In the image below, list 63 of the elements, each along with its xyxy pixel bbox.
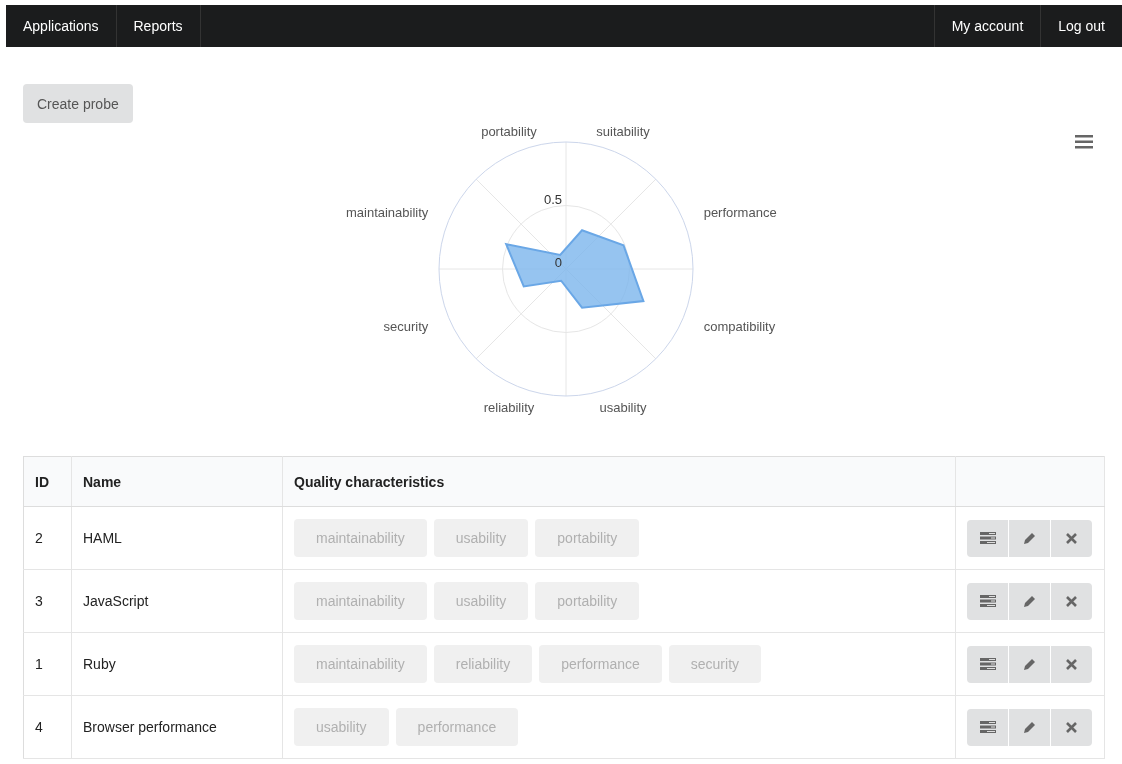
quality-tag: usability	[294, 708, 389, 746]
axis-label: suitability	[596, 124, 650, 140]
axis-label: performance	[703, 205, 777, 220]
delete-button[interactable]	[1051, 582, 1092, 620]
quality-tag: usability	[433, 582, 529, 620]
pencil-icon	[1023, 657, 1036, 671]
delete-button[interactable]	[1051, 519, 1092, 557]
pencil-icon	[1023, 531, 1036, 545]
axis-label: maintainability	[345, 205, 429, 220]
list-icon	[979, 721, 996, 733]
quality-tag: usability	[433, 519, 529, 557]
quality-tag: reliability	[433, 645, 533, 683]
axis-label: portability	[481, 124, 537, 140]
quality-tag: maintainability	[294, 645, 427, 683]
quality-tag: maintainability	[294, 519, 427, 557]
quality-tag: portability	[535, 582, 640, 620]
list-icon	[979, 595, 996, 607]
ring-label: 0.5	[543, 191, 562, 207]
column-header: Name	[71, 456, 283, 507]
quality-tag: portability	[535, 519, 640, 557]
close-icon	[1066, 721, 1077, 733]
quality-tag: security	[668, 645, 761, 683]
axis-label: reliability	[483, 399, 535, 415]
edit-button[interactable]	[1009, 708, 1050, 746]
edit-button[interactable]	[1009, 582, 1050, 620]
nav-link[interactable]: My account	[933, 5, 1041, 47]
quality-tag: performance	[395, 708, 519, 746]
id-cell: 1	[23, 632, 72, 696]
name-cell: HAML	[71, 506, 283, 570]
axis-label: usability	[599, 399, 647, 415]
edit-button[interactable]	[1009, 645, 1050, 683]
quality-tag: performance	[539, 645, 662, 683]
list-icon	[979, 532, 996, 544]
id-cell: 4	[23, 695, 72, 759]
list-icon	[979, 658, 996, 670]
close-icon	[1066, 595, 1077, 607]
pencil-icon	[1023, 720, 1036, 734]
id-cell: 2	[23, 506, 72, 570]
close-icon	[1066, 532, 1077, 544]
close-icon	[1066, 658, 1077, 670]
details-button[interactable]	[967, 645, 1008, 683]
axis-label: compatibility	[703, 319, 776, 334]
axis-label: security	[383, 319, 429, 334]
nav-link[interactable]: Reports	[116, 5, 201, 47]
name-cell: JavaScript	[71, 569, 283, 633]
details-button[interactable]	[967, 582, 1008, 620]
pencil-icon	[1023, 594, 1036, 608]
create-probe-button[interactable]: Create probe	[23, 84, 133, 123]
ring-label: 0	[554, 255, 562, 270]
column-header: ID	[23, 456, 72, 507]
nav-link[interactable]: Applications	[6, 5, 117, 47]
edit-button[interactable]	[1009, 519, 1050, 557]
column-header: Quality characteristics	[282, 456, 956, 507]
menu-icon[interactable]	[1075, 135, 1093, 149]
name-cell: Browser performance	[71, 695, 283, 759]
delete-button[interactable]	[1051, 708, 1092, 746]
quality-tag: maintainability	[294, 582, 427, 620]
nav-link[interactable]: Log out	[1040, 5, 1122, 47]
details-button[interactable]	[967, 708, 1008, 746]
name-cell: Ruby	[71, 632, 283, 696]
delete-button[interactable]	[1051, 645, 1092, 683]
details-button[interactable]	[967, 519, 1008, 557]
id-cell: 3	[23, 569, 72, 633]
